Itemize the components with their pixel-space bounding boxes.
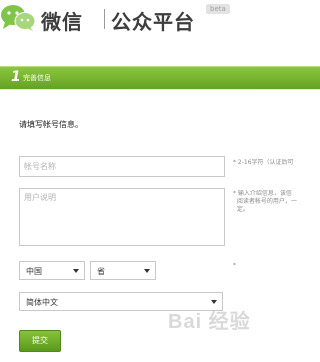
chevron-down-icon (144, 269, 150, 273)
country-value: 中国 (26, 267, 42, 276)
account-name-input[interactable] (19, 156, 225, 177)
registration-page: 微信 公众平台 beta 1 完善信息 请填写帐号信息。 * 2-16字符（认证… (0, 0, 320, 362)
language-value: 简体中文 (26, 298, 58, 307)
brand-separator (104, 9, 105, 29)
chevron-down-icon (211, 300, 217, 304)
step-divider (0, 89, 320, 90)
form-heading: 请填写帐号信息。 (19, 120, 83, 129)
intro-textarea[interactable] (19, 188, 225, 246)
submit-button[interactable]: 提交 (19, 330, 61, 352)
account-name-hint: * 2-16字符（认证后可 (233, 159, 294, 166)
beta-badge: beta (206, 4, 230, 14)
intro-hint: * 输入介绍信息，该信 阅读者帐号的用户，一 定。 (233, 190, 297, 213)
step-number: 1 (11, 69, 21, 85)
province-select[interactable]: 省 (90, 261, 156, 280)
step-label: 完善信息 (23, 74, 51, 82)
baidu-watermark: Bai 经验 (168, 311, 251, 333)
region-required-mark: * (233, 262, 236, 269)
wechat-logo (1, 5, 36, 31)
province-value: 省 (97, 267, 105, 276)
brand-subtitle: 公众平台 (111, 10, 195, 34)
country-select[interactable]: 中国 (19, 261, 85, 280)
step-bar: 1 完善信息 (0, 66, 320, 90)
brand-title: 微信 (41, 10, 83, 34)
header: 微信 公众平台 beta (0, 0, 320, 52)
chevron-down-icon (73, 269, 79, 273)
